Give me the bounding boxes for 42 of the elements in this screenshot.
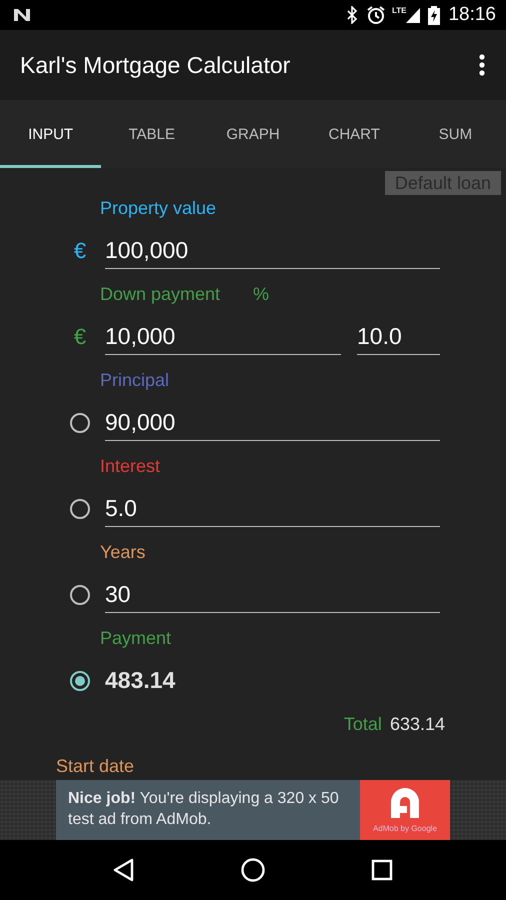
signal-icon xyxy=(406,6,420,24)
ad-text: Nice job! You're displaying a 320 x 50 test ad from AdMob. xyxy=(56,780,360,840)
recents-icon[interactable] xyxy=(371,859,394,881)
currency-symbol: € xyxy=(74,324,86,350)
input-field[interactable]: 10.0 xyxy=(357,319,440,355)
field-label: Payment xyxy=(99,626,172,650)
input-field[interactable]: 90,000 xyxy=(105,405,440,441)
radio-button[interactable] xyxy=(70,585,90,605)
logo-icon xyxy=(388,787,422,821)
total-value: 633.14 xyxy=(390,714,445,734)
result-value: 483.14 xyxy=(105,666,176,695)
app-title: Karl's Mortgage Calculator xyxy=(20,52,292,78)
tab[interactable]: SUM xyxy=(404,100,506,168)
currency-symbol: € xyxy=(74,238,86,264)
back-icon[interactable] xyxy=(112,858,135,882)
bluetooth-icon xyxy=(346,6,358,24)
tab[interactable]: GRAPH xyxy=(202,100,304,168)
more-options-icon[interactable] xyxy=(478,53,486,77)
input-field[interactable]: 30 xyxy=(105,577,440,613)
network-type: LTE xyxy=(392,6,406,15)
field-label: Down payment xyxy=(99,282,222,306)
clock-time: 18:16 xyxy=(448,4,496,26)
field-label: Years xyxy=(99,540,146,564)
battery-icon xyxy=(428,5,440,25)
alarm-icon xyxy=(366,5,386,25)
radio-button[interactable] xyxy=(70,499,90,519)
field-label: Principal xyxy=(99,368,170,392)
radio-button[interactable] xyxy=(70,671,90,691)
percent-label: % xyxy=(253,284,270,304)
total-label: Total xyxy=(344,714,382,734)
input-field[interactable]: 100,000 xyxy=(105,233,440,269)
notification-icon xyxy=(12,7,32,23)
radio-button[interactable] xyxy=(70,413,90,433)
field-label: Interest xyxy=(99,454,162,478)
ad-caption: AdMob by Google xyxy=(372,824,438,833)
tab[interactable]: TABLE xyxy=(101,100,202,168)
input-field[interactable]: 10,000 xyxy=(105,319,341,355)
start-date-label: Start date xyxy=(55,754,136,778)
home-icon[interactable] xyxy=(240,857,266,883)
field-label: Property value xyxy=(99,196,218,220)
tab[interactable]: CHART xyxy=(304,100,405,168)
input-field[interactable]: 5.0 xyxy=(105,491,440,527)
